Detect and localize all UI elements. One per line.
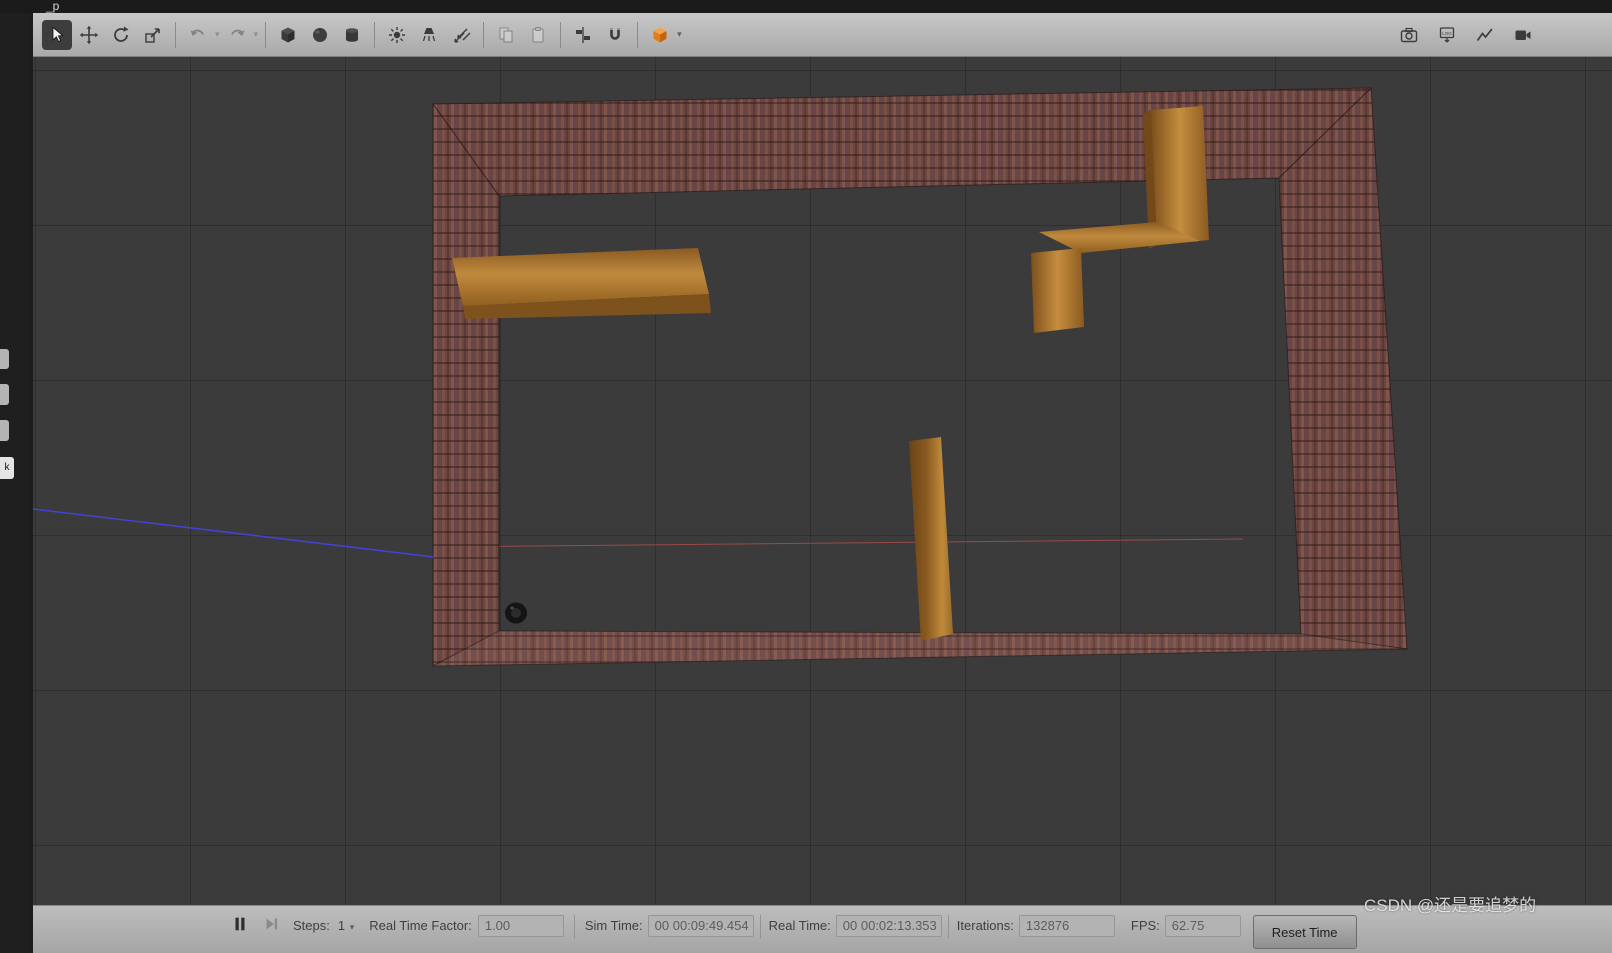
undo-arrow-icon [190, 29, 204, 36]
paste-button[interactable] [523, 20, 553, 50]
step-forward-icon [266, 918, 278, 930]
video-camera-icon [1515, 30, 1531, 40]
log-icon: LOG [1439, 26, 1455, 42]
pause-icon [235, 917, 245, 931]
sim-time-label: Sim Time: [584, 918, 643, 933]
rotate-tool-button[interactable] [106, 20, 136, 50]
window-title-fragment: _p [46, 0, 60, 13]
window-titlebar: _p [0, 0, 1612, 13]
sun-icon [389, 26, 406, 43]
toolbar-right-group: LOG [1390, 20, 1612, 50]
main-toolbar: ▾ ▾ ▾ LOG [33, 13, 1612, 57]
steps-dropdown-icon: ▾ [349, 922, 355, 932]
left-panel-collapsed-strip [0, 13, 30, 953]
real-time-label: Real Time: [768, 918, 831, 933]
screenshot-button[interactable] [1394, 20, 1424, 50]
iterations-label: Iterations: [956, 918, 1014, 933]
plot-button[interactable] [1470, 20, 1500, 50]
left-panel-tab-2[interactable] [0, 384, 9, 405]
csdn-watermark: CSDN @还是要追梦的 [1364, 896, 1537, 915]
statusbar-separator [759, 915, 761, 939]
step-button[interactable] [263, 915, 281, 933]
orange-cube-icon [653, 27, 667, 42]
left-panel-tab-1[interactable] [0, 349, 9, 369]
directional-light-button[interactable] [446, 20, 476, 50]
log-icon-text: LOG [1442, 31, 1452, 36]
reset-time-button[interactable]: Reset Time [1252, 915, 1357, 949]
left-panel-tab-4[interactable]: k [0, 457, 14, 479]
scale-tool-button[interactable] [138, 20, 168, 50]
undo-history-dropdown-icon[interactable]: ▾ [215, 29, 220, 40]
steps-label: Steps: [293, 918, 330, 933]
select-tool-button[interactable] [42, 19, 72, 50]
left-panel-tab-3[interactable] [0, 420, 9, 441]
fps-value-field: 62.75 [1164, 915, 1241, 937]
steps-value: 1 [337, 918, 346, 933]
spotlight-icon [422, 27, 436, 41]
camera-icon [1400, 27, 1418, 42]
steps-spinbox[interactable]: 1 ▾ [338, 915, 355, 933]
redo-arrow-icon [230, 29, 245, 36]
point-light-button[interactable] [382, 20, 412, 50]
cube-icon [281, 27, 295, 42]
cylinder-icon [346, 27, 359, 42]
scale-icon [145, 27, 160, 43]
3d-viewport[interactable] [33, 57, 1612, 905]
pause-button[interactable] [231, 915, 249, 933]
toolbar-separator [637, 21, 639, 48]
rtf-value-field: 1.00 [477, 915, 564, 937]
redo-history-dropdown-icon[interactable]: ▾ [254, 29, 259, 40]
move-arrows-icon [79, 25, 99, 44]
fps-label: FPS: [1130, 918, 1160, 933]
chart-line-icon [1476, 27, 1493, 41]
statusbar-separator [947, 915, 949, 939]
toolbar-separator [374, 21, 376, 48]
toolbar-separator [560, 21, 562, 48]
snap-tool-button[interactable] [600, 20, 630, 50]
insert-sphere-button[interactable] [305, 20, 335, 50]
sim-time-value-field: 00 00:09:49.454 [647, 915, 754, 937]
view-dropdown-icon[interactable]: ▾ [677, 29, 682, 40]
directional-light-icon [454, 28, 471, 43]
redo-button[interactable] [222, 20, 252, 50]
sphere-icon [313, 27, 328, 42]
copy-icon [499, 27, 513, 42]
rtf-label: Real Time Factor: [369, 918, 472, 933]
change-view-button[interactable] [645, 20, 675, 50]
toolbar-separator [265, 21, 267, 48]
iterations-value-field: 132876 [1018, 915, 1115, 937]
align-tool-button[interactable] [568, 20, 598, 50]
undo-button[interactable] [183, 20, 213, 50]
video-record-button[interactable] [1508, 20, 1538, 50]
cursor-arrow-icon [52, 26, 64, 42]
log-record-button[interactable]: LOG [1432, 20, 1462, 50]
align-icon [576, 26, 591, 43]
spot-light-button[interactable] [414, 20, 444, 50]
toolbar-separator [175, 21, 176, 48]
snap-magnet-icon [610, 27, 620, 40]
insert-cylinder-button[interactable] [337, 20, 367, 50]
rotate-icon [114, 26, 129, 42]
toolbar-separator [483, 21, 485, 48]
translate-tool-button[interactable] [74, 20, 104, 50]
real-time-value-field: 00 00:02:13.353 [835, 915, 942, 937]
paste-icon [532, 26, 544, 42]
statusbar-separator [573, 915, 575, 939]
copy-button[interactable] [491, 20, 521, 50]
insert-box-button[interactable] [273, 20, 303, 50]
